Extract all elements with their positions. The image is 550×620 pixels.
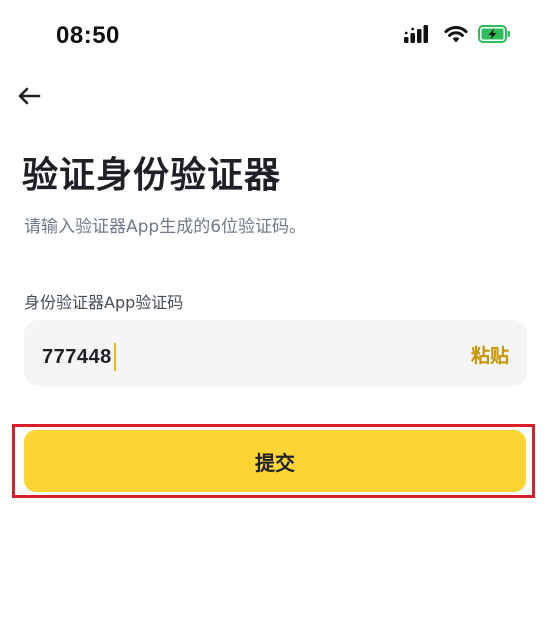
status-time: 08:50: [56, 22, 120, 49]
page-subtitle: 请输入验证器App生成的6位验证码。: [24, 217, 307, 237]
back-button[interactable]: [14, 84, 44, 112]
status-bar: 08:50: [0, 0, 550, 74]
text-caret: [113, 343, 116, 371]
wifi-icon: [444, 24, 468, 44]
code-field-label: 身份验证器App验证码: [24, 293, 184, 312]
code-value-text: 777448: [42, 345, 112, 368]
page-title: 验证身份验证器: [22, 155, 282, 196]
submit-button[interactable]: 提交: [24, 430, 526, 492]
submit-button-label: 提交: [255, 450, 295, 475]
code-input[interactable]: 777448 粘贴: [24, 320, 527, 386]
paste-button[interactable]: 粘贴: [471, 341, 509, 368]
arrow-left-icon: [17, 86, 41, 110]
code-input-value[interactable]: 777448: [42, 343, 116, 371]
battery-charging-icon: [478, 24, 512, 44]
signal-icon: [404, 24, 434, 44]
status-icons: [404, 24, 512, 44]
